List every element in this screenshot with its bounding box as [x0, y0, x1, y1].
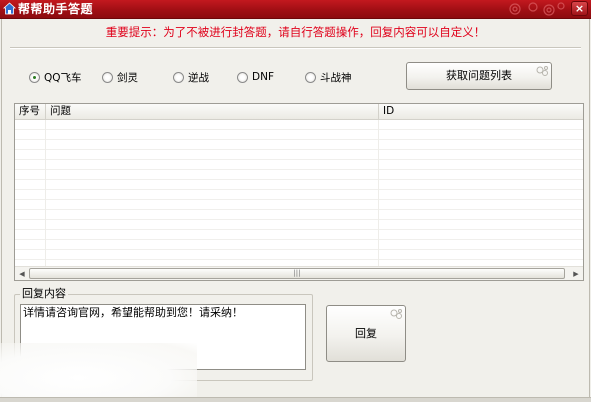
- radio-blade-soul[interactable]: 剑灵: [102, 70, 138, 84]
- close-icon: ×: [574, 2, 585, 15]
- reply-group-label: 回复内容: [20, 287, 68, 300]
- radio-dot[interactable]: [29, 71, 40, 83]
- button-corner-swirl-icon: [536, 66, 548, 76]
- horizontal-scrollbar[interactable]: ◀ ||| ▶: [15, 266, 583, 280]
- window-bottom-border: [0, 397, 591, 402]
- radio-label: 剑灵: [117, 71, 138, 84]
- radio-nizhan[interactable]: 逆战: [173, 70, 209, 84]
- table-row: [15, 160, 583, 170]
- reply-button-label: 回复: [355, 327, 377, 340]
- table-row: [15, 210, 583, 220]
- divider: [10, 47, 581, 49]
- column-header-id[interactable]: ID: [379, 104, 583, 119]
- radio-label: DNF: [252, 71, 274, 83]
- radio-dot[interactable]: [305, 71, 316, 83]
- fetch-questions-button[interactable]: 获取问题列表: [406, 62, 552, 90]
- title-swirl-decoration-icon: [509, 2, 565, 16]
- column-divider: [378, 120, 379, 266]
- table-row: [15, 170, 583, 180]
- table-row: [15, 200, 583, 210]
- close-button[interactable]: ×: [571, 1, 588, 16]
- table-row: [15, 220, 583, 230]
- scrollbar-thumb[interactable]: |||: [29, 268, 565, 279]
- table-row: [15, 120, 583, 130]
- radio-dot[interactable]: [173, 71, 184, 83]
- scroll-right-arrow-icon[interactable]: ▶: [569, 267, 583, 280]
- title-bar[interactable]: 帮帮助手答题 ×: [0, 0, 591, 19]
- table-row: [15, 150, 583, 160]
- question-table[interactable]: 序号 问题 ID ◀ ||| ▶: [14, 103, 584, 281]
- radio-label: 斗战神: [320, 71, 352, 84]
- notice-text: 重要提示：为了不被进行封答题，请自行答题操作，回复内容可以自定义！: [105, 25, 486, 39]
- button-corner-swirl-icon: [390, 309, 402, 319]
- table-header: 序号 问题 ID: [15, 104, 583, 120]
- table-row: [15, 250, 583, 260]
- table-row: [15, 180, 583, 190]
- radio-dot[interactable]: [102, 71, 113, 83]
- reply-button[interactable]: 回复: [326, 305, 406, 362]
- radio-label: QQ飞车: [44, 71, 82, 84]
- window-title: 帮帮助手答题: [18, 2, 94, 16]
- radio-dot[interactable]: [237, 71, 248, 83]
- radio-label: 逆战: [188, 71, 209, 84]
- table-row: [15, 190, 583, 200]
- radio-qq-speed[interactable]: QQ飞车: [29, 70, 82, 84]
- scroll-left-arrow-icon[interactable]: ◀: [15, 267, 29, 280]
- radio-douzhanshen[interactable]: 斗战神: [305, 70, 352, 84]
- obscured-area: [0, 343, 197, 401]
- column-header-index[interactable]: 序号: [15, 104, 46, 119]
- table-row: [15, 130, 583, 140]
- table-row: [15, 240, 583, 250]
- fetch-questions-label: 获取问题列表: [446, 69, 512, 82]
- table-row: [15, 230, 583, 240]
- table-row: [15, 140, 583, 150]
- column-divider: [45, 120, 46, 266]
- column-header-question[interactable]: 问题: [46, 104, 379, 119]
- radio-dnf[interactable]: DNF: [237, 70, 274, 84]
- table-body: [15, 120, 583, 266]
- app-house-icon: [3, 2, 16, 15]
